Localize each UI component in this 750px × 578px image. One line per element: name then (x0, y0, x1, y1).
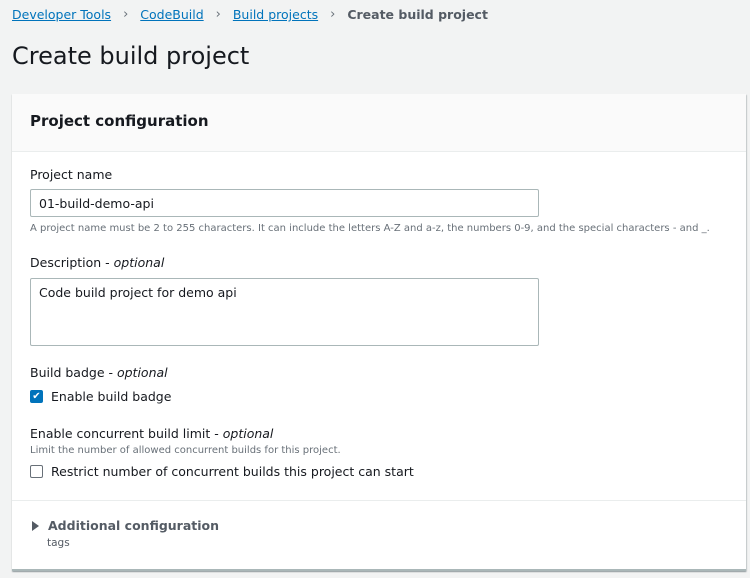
additional-configuration-label: Additional configuration (48, 518, 220, 533)
optional-tag: optional (116, 365, 168, 380)
additional-configuration-toggle[interactable]: Additional configuration (32, 518, 219, 533)
breadcrumb-developer-tools[interactable]: Developer Tools (12, 7, 111, 22)
breadcrumb-current: Create build project (347, 7, 488, 22)
breadcrumb-build-projects[interactable]: Build projects (233, 7, 318, 22)
project-name-label: Project name (30, 167, 113, 182)
breadcrumb: Developer Tools › CodeBuild › Build projec… (12, 7, 488, 22)
project-configuration-panel: Project configuration Project name 01-bu… (12, 94, 746, 571)
build-badge-label: Build badge - optional (30, 365, 168, 380)
chevron-right-icon: › (330, 7, 336, 22)
optional-tag: optional (113, 255, 165, 270)
page-title: Create build project (12, 42, 250, 70)
additional-configuration-sub: tags (47, 537, 70, 549)
panel-title: Project configuration (12, 94, 746, 152)
project-name-input[interactable]: 01-build-demo-api (30, 189, 539, 217)
enable-build-badge-checkbox[interactable]: ✔ Enable build badge (30, 389, 171, 404)
chevron-right-icon: › (123, 7, 129, 22)
checkbox-label: Restrict number of concurrent builds thi… (51, 464, 414, 479)
optional-tag: optional (222, 426, 274, 441)
checkbox-icon (30, 465, 43, 478)
description-label-text: Description - (30, 255, 114, 270)
divider (12, 500, 746, 501)
description-textarea[interactable]: Code build project for demo api (30, 278, 539, 346)
description-label: Description - optional (30, 255, 164, 270)
concurrent-limit-label: Enable concurrent build limit - optional (30, 426, 273, 441)
checkmark-icon: ✔ (30, 390, 43, 403)
breadcrumb-codebuild[interactable]: CodeBuild (140, 7, 203, 22)
concurrent-label-text: Enable concurrent build limit - (30, 426, 223, 441)
build-badge-label-text: Build badge - (30, 365, 117, 380)
restrict-concurrent-builds-checkbox[interactable]: Restrict number of concurrent builds thi… (30, 464, 414, 479)
project-name-hint: A project name must be 2 to 255 characte… (30, 223, 710, 234)
chevron-right-icon: › (215, 7, 221, 22)
checkbox-label: Enable build badge (51, 389, 172, 404)
caret-right-icon (32, 520, 39, 531)
concurrent-limit-hint: Limit the number of allowed concurrent b… (30, 445, 341, 456)
